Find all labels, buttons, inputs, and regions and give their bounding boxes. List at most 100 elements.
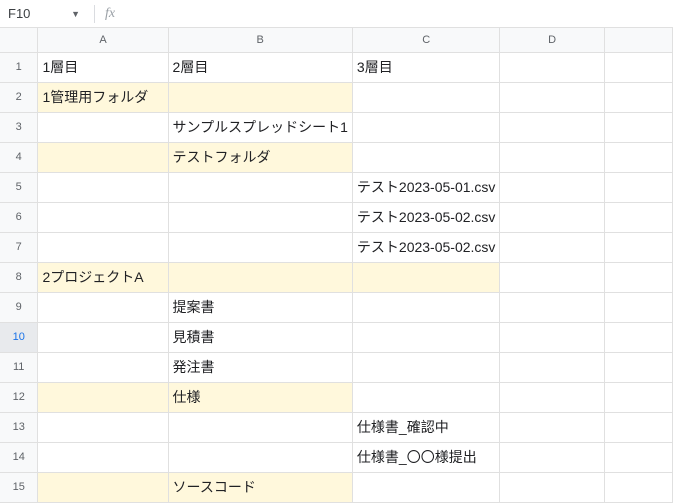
cell-A11[interactable]	[38, 352, 168, 382]
cell-A3[interactable]	[38, 112, 168, 142]
row-header-1[interactable]: 1	[0, 52, 38, 82]
cell-C10[interactable]	[352, 322, 500, 352]
cell-B3[interactable]: サンプルスプレッドシート1	[168, 112, 352, 142]
cell-E10[interactable]	[604, 322, 672, 352]
row-header-15[interactable]: 15	[0, 472, 38, 502]
cell-A15[interactable]	[38, 472, 168, 502]
row-header-8[interactable]: 8	[0, 262, 38, 292]
row-header-9[interactable]: 9	[0, 292, 38, 322]
cell-E12[interactable]	[604, 382, 672, 412]
cell-D9[interactable]	[500, 292, 604, 322]
cell-E5[interactable]	[604, 172, 672, 202]
cell-D1[interactable]	[500, 52, 604, 82]
cell-B9[interactable]: 提案書	[168, 292, 352, 322]
cell-E9[interactable]	[604, 292, 672, 322]
formula-input[interactable]	[115, 0, 673, 27]
cell-A7[interactable]	[38, 232, 168, 262]
column-header-B[interactable]: B	[168, 28, 352, 52]
cell-B1[interactable]: 2層目	[168, 52, 352, 82]
cell-D14[interactable]	[500, 442, 604, 472]
cell-C2[interactable]	[352, 82, 500, 112]
cell-E2[interactable]	[604, 82, 672, 112]
cell-D15[interactable]	[500, 472, 604, 502]
cell-B6[interactable]	[168, 202, 352, 232]
cell-E4[interactable]	[604, 142, 672, 172]
chevron-down-icon[interactable]: ▼	[71, 9, 80, 19]
cell-C9[interactable]	[352, 292, 500, 322]
cell-C8[interactable]	[352, 262, 500, 292]
cell-C5[interactable]: テスト2023-05-01.csv	[352, 172, 500, 202]
column-header-C[interactable]: C	[352, 28, 500, 52]
cell-B2[interactable]	[168, 82, 352, 112]
cell-B11[interactable]: 発注書	[168, 352, 352, 382]
cell-C1[interactable]: 3層目	[352, 52, 500, 82]
cell-B12[interactable]: 仕様	[168, 382, 352, 412]
cell-E7[interactable]	[604, 232, 672, 262]
cell-E3[interactable]	[604, 112, 672, 142]
cell-E14[interactable]	[604, 442, 672, 472]
row-header-7[interactable]: 7	[0, 232, 38, 262]
cell-D3[interactable]	[500, 112, 604, 142]
cell-D5[interactable]	[500, 172, 604, 202]
cell-E11[interactable]	[604, 352, 672, 382]
cell-A1[interactable]: 1層目	[38, 52, 168, 82]
cell-C4[interactable]	[352, 142, 500, 172]
cell-B10[interactable]: 見積書	[168, 322, 352, 352]
column-header-E[interactable]	[604, 28, 672, 52]
cell-E8[interactable]	[604, 262, 672, 292]
row-header-5[interactable]: 5	[0, 172, 38, 202]
cell-E1[interactable]	[604, 52, 672, 82]
cell-D8[interactable]	[500, 262, 604, 292]
cell-C7[interactable]: テスト2023-05-02.csv	[352, 232, 500, 262]
cell-B7[interactable]	[168, 232, 352, 262]
cell-B14[interactable]	[168, 442, 352, 472]
cell-A12[interactable]	[38, 382, 168, 412]
cell-D10[interactable]	[500, 322, 604, 352]
cell-D12[interactable]	[500, 382, 604, 412]
cell-A13[interactable]	[38, 412, 168, 442]
cell-C3[interactable]	[352, 112, 500, 142]
cell-B4[interactable]: テストフォルダ	[168, 142, 352, 172]
cell-A2[interactable]: 1管理用フォルダ	[38, 82, 168, 112]
cell-A6[interactable]	[38, 202, 168, 232]
cell-B13[interactable]	[168, 412, 352, 442]
cell-E15[interactable]	[604, 472, 672, 502]
cell-D6[interactable]	[500, 202, 604, 232]
cell-A14[interactable]	[38, 442, 168, 472]
column-header-A[interactable]: A	[38, 28, 168, 52]
cell-D2[interactable]	[500, 82, 604, 112]
cell-D4[interactable]	[500, 142, 604, 172]
cell-C14[interactable]: 仕様書_〇〇様提出	[352, 442, 500, 472]
cell-D11[interactable]	[500, 352, 604, 382]
name-box[interactable]: F10 ▼	[0, 6, 88, 21]
select-all-corner[interactable]	[0, 28, 38, 52]
cell-B8[interactable]	[168, 262, 352, 292]
cell-A10[interactable]	[38, 322, 168, 352]
cell-A8[interactable]: 2プロジェクトA	[38, 262, 168, 292]
cell-C13[interactable]: 仕様書_確認中	[352, 412, 500, 442]
row-header-3[interactable]: 3	[0, 112, 38, 142]
row-header-12[interactable]: 12	[0, 382, 38, 412]
row-header-6[interactable]: 6	[0, 202, 38, 232]
cell-A4[interactable]	[38, 142, 168, 172]
cell-D7[interactable]	[500, 232, 604, 262]
row-header-10[interactable]: 10	[0, 322, 38, 352]
cell-A9[interactable]	[38, 292, 168, 322]
row-header-14[interactable]: 14	[0, 442, 38, 472]
cell-C11[interactable]	[352, 352, 500, 382]
spreadsheet-grid[interactable]: ABCD 11層目2層目3層目 21管理用フォルダ3 サンプルスプレッドシート1 4 テス…	[0, 28, 673, 503]
cell-C12[interactable]	[352, 382, 500, 412]
cell-B5[interactable]	[168, 172, 352, 202]
cell-B15[interactable]: ソースコード	[168, 472, 352, 502]
cell-E6[interactable]	[604, 202, 672, 232]
cell-E13[interactable]	[604, 412, 672, 442]
cell-D13[interactable]	[500, 412, 604, 442]
row-header-2[interactable]: 2	[0, 82, 38, 112]
row-header-4[interactable]: 4	[0, 142, 38, 172]
cell-C6[interactable]: テスト2023-05-02.csv	[352, 202, 500, 232]
row-header-13[interactable]: 13	[0, 412, 38, 442]
cell-A5[interactable]	[38, 172, 168, 202]
row-header-11[interactable]: 11	[0, 352, 38, 382]
cell-C15[interactable]	[352, 472, 500, 502]
column-header-D[interactable]: D	[500, 28, 604, 52]
